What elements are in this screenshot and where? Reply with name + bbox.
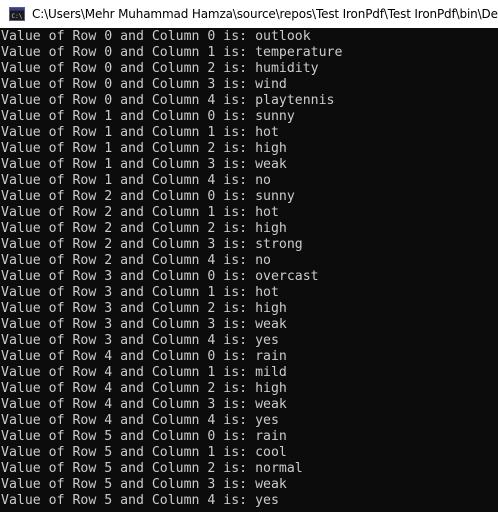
console-line: Value of Row 0 and Column 0 is: outlook bbox=[1, 29, 311, 44]
console-app-icon: C:\ bbox=[9, 7, 25, 21]
window-title: C:\Users\Mehr Muhammad Hamza\source\repo… bbox=[32, 7, 498, 21]
console-line: Value of Row 1 and Column 1 is: hot bbox=[1, 125, 279, 140]
console-line: Value of Row 1 and Column 3 is: weak bbox=[1, 157, 287, 172]
console-line: Value of Row 0 and Column 3 is: wind bbox=[1, 77, 287, 92]
console-line: Value of Row 2 and Column 3 is: strong bbox=[1, 237, 303, 252]
console-line: Value of Row 3 and Column 2 is: high bbox=[1, 301, 287, 316]
console-line: Value of Row 3 and Column 3 is: weak bbox=[1, 317, 287, 332]
console-line: Value of Row 1 and Column 2 is: high bbox=[1, 141, 287, 156]
svg-text:C:\: C:\ bbox=[12, 13, 23, 20]
console-line: Value of Row 5 and Column 1 is: cool bbox=[1, 445, 287, 460]
console-line: Value of Row 0 and Column 2 is: humidity bbox=[1, 61, 319, 76]
console-line: Value of Row 3 and Column 0 is: overcast bbox=[1, 269, 319, 284]
title-bar[interactable]: C:\ C:\Users\Mehr Muhammad Hamza\source\… bbox=[0, 0, 498, 28]
console-line: Value of Row 2 and Column 1 is: hot bbox=[1, 205, 279, 220]
console-line: Value of Row 3 and Column 4 is: yes bbox=[1, 333, 279, 348]
console-line: Value of Row 4 and Column 0 is: rain bbox=[1, 349, 287, 364]
console-line: Value of Row 4 and Column 2 is: high bbox=[1, 381, 287, 396]
console-line: Value of Row 2 and Column 2 is: high bbox=[1, 221, 287, 236]
console-line: Value of Row 2 and Column 0 is: sunny bbox=[1, 189, 295, 204]
console-window: C:\ C:\Users\Mehr Muhammad Hamza\source\… bbox=[0, 0, 498, 512]
console-line: Value of Row 5 and Column 2 is: normal bbox=[1, 461, 303, 476]
console-line: Value of Row 4 and Column 1 is: mild bbox=[1, 365, 287, 380]
console-line: Value of Row 3 and Column 1 is: hot bbox=[1, 285, 279, 300]
console-line: Value of Row 4 and Column 3 is: weak bbox=[1, 397, 287, 412]
console-line: Value of Row 4 and Column 4 is: yes bbox=[1, 413, 279, 428]
console-line: Value of Row 0 and Column 4 is: playtenn… bbox=[1, 93, 335, 108]
console-line: Value of Row 5 and Column 3 is: weak bbox=[1, 477, 287, 492]
console-line: Value of Row 2 and Column 4 is: no bbox=[1, 253, 271, 268]
console-line: Value of Row 1 and Column 0 is: sunny bbox=[1, 109, 295, 124]
console-output[interactable]: Value of Row 0 and Column 0 is: outlook V… bbox=[0, 29, 498, 512]
console-line: Value of Row 5 and Column 4 is: yes bbox=[1, 493, 279, 508]
console-line: Value of Row 1 and Column 4 is: no bbox=[1, 173, 271, 188]
console-line: Value of Row 0 and Column 1 is: temperat… bbox=[1, 45, 343, 60]
console-line: Value of Row 5 and Column 0 is: rain bbox=[1, 429, 287, 444]
